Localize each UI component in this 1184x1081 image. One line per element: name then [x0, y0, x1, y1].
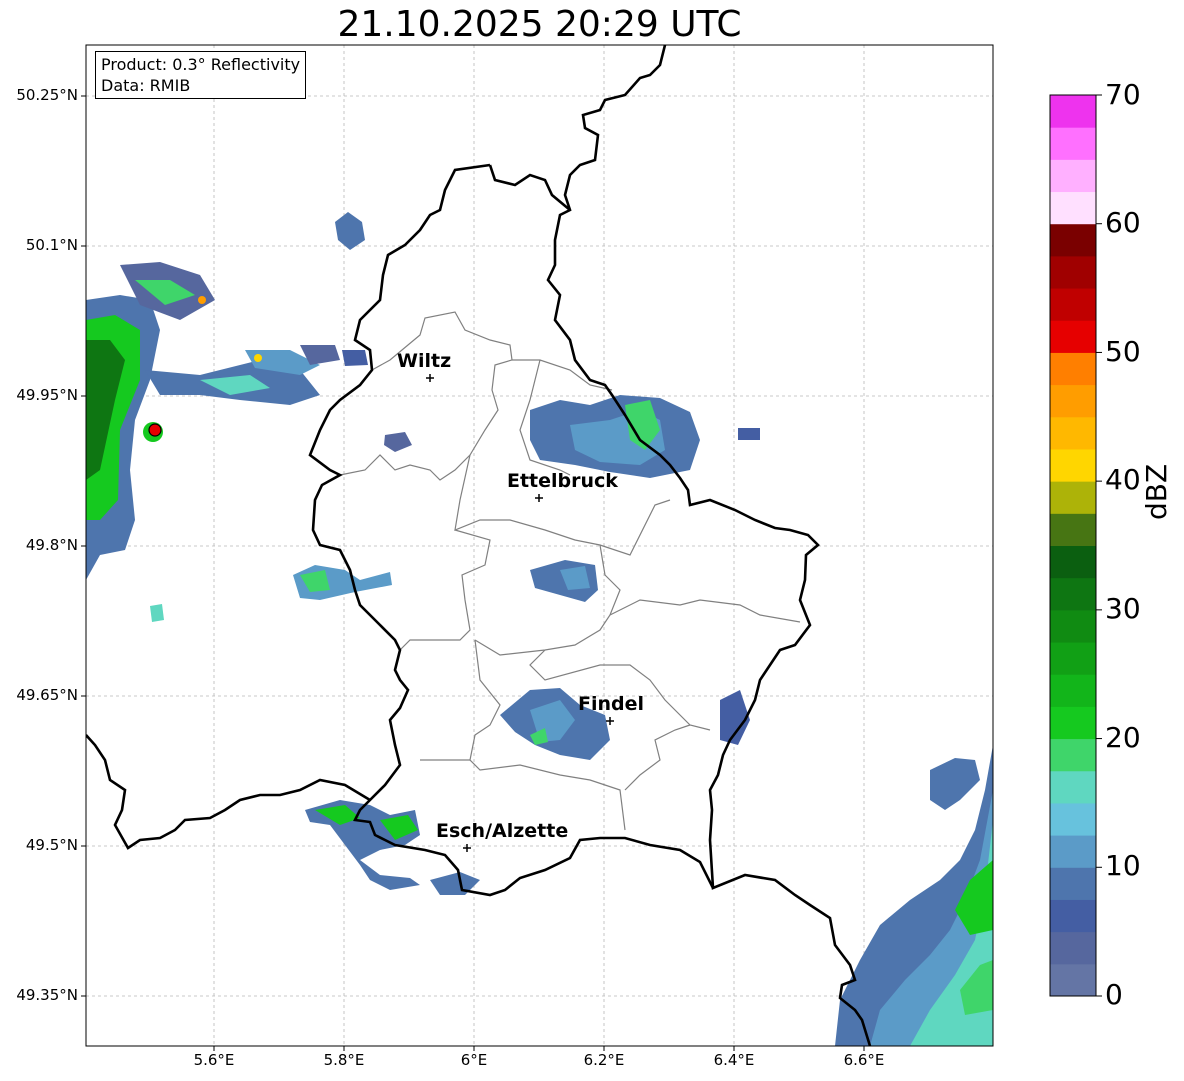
colorbar-segment — [1050, 320, 1096, 353]
colorbar-tick-label: 70 — [1105, 78, 1141, 111]
colorbar-label: dBZ — [1140, 463, 1173, 520]
colorbar-segment — [1050, 899, 1096, 933]
country-borders — [86, 45, 872, 1046]
data-source-label: Data: RMIB — [101, 76, 191, 95]
lon-label: 6°E — [460, 1051, 488, 1069]
city-marker-wiltz — [426, 374, 434, 382]
product-label: Product: 0.3° Reflectivity — [101, 55, 301, 74]
city-label-findel: Findel — [578, 693, 645, 715]
colorbar-segment — [1050, 642, 1096, 675]
colorbar-segment — [1050, 352, 1096, 386]
lat-label: 49.35°N — [16, 986, 78, 1004]
colorbar-segment — [1050, 223, 1096, 257]
colorbar — [1049, 94, 1102, 997]
colorbar-segment — [1050, 191, 1096, 225]
colorbar-tick-label: 20 — [1105, 721, 1141, 754]
axis-ticks — [81, 95, 865, 1051]
colorbar-tick-label: 40 — [1105, 463, 1141, 496]
colorbar-segment — [1050, 416, 1096, 450]
colorbar-segment — [1050, 384, 1096, 418]
lon-label: 5.6°E — [193, 1051, 235, 1069]
colorbar-tick-label: 30 — [1105, 592, 1141, 625]
colorbar-segment — [1050, 513, 1096, 546]
lon-label: 5.8°E — [323, 1051, 365, 1069]
graticule — [86, 45, 993, 1046]
colorbar-tick-label: 60 — [1105, 206, 1141, 239]
colorbar-segment — [1050, 255, 1096, 289]
lon-label: 6.4°E — [713, 1051, 755, 1069]
lat-label: 49.8°N — [25, 536, 78, 554]
colorbar-segment — [1050, 127, 1096, 160]
city-marker-findel — [606, 717, 614, 725]
lat-label: 50.1°N — [25, 236, 78, 254]
city-label-ettelbruck: Ettelbruck — [507, 470, 618, 492]
product-info-box: Product: 0.3° Reflectivity Data: RMIB — [95, 51, 307, 99]
colorbar-segment — [1050, 481, 1096, 514]
colorbar-segment — [1050, 95, 1096, 128]
lat-label: 49.95°N — [16, 386, 78, 404]
colorbar-segment — [1050, 448, 1096, 482]
lat-label: 49.65°N — [16, 686, 78, 704]
lon-label: 6.6°E — [843, 1051, 885, 1069]
colorbar-segment — [1050, 288, 1096, 321]
colorbar-segment — [1050, 770, 1096, 804]
map-canvas — [81, 44, 1102, 1051]
colorbar-segment — [1050, 706, 1096, 740]
colorbar-segment — [1050, 738, 1096, 772]
city-label-wiltz: Wiltz — [397, 350, 452, 372]
city-marker-esch — [463, 844, 471, 852]
colorbar-segment — [1050, 674, 1096, 707]
colorbar-segment — [1050, 802, 1096, 836]
colorbar-tick-label: 50 — [1105, 335, 1141, 368]
colorbar-segment — [1050, 609, 1096, 643]
colorbar-tick-label: 0 — [1105, 978, 1123, 1011]
map-frame — [85, 44, 994, 1047]
colorbar-segment — [1050, 159, 1096, 193]
colorbar-tick-label: 10 — [1105, 849, 1141, 882]
colorbar-segment — [1050, 963, 1096, 997]
city-marker-ettelbruck — [535, 494, 543, 502]
radar-site-marker — [143, 422, 163, 442]
colorbar-segment — [1050, 545, 1096, 579]
radar-echoes — [86, 212, 993, 1046]
lon-label: 6.2°E — [583, 1051, 625, 1069]
colorbar-segment — [1050, 931, 1096, 965]
lat-label: 50.25°N — [16, 86, 78, 104]
colorbar-segment — [1050, 577, 1096, 611]
lat-label: 49.5°N — [25, 836, 78, 854]
colorbar-segment — [1050, 835, 1096, 868]
city-label-esch-alzette: Esch/Alzette — [436, 820, 569, 842]
colorbar-segment — [1050, 867, 1096, 900]
